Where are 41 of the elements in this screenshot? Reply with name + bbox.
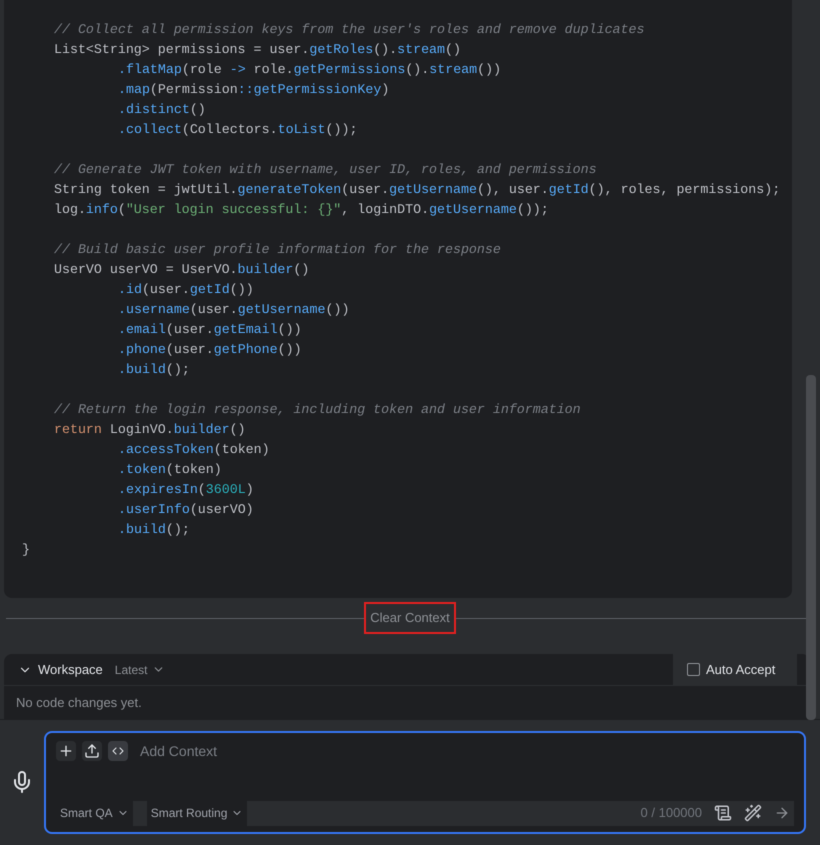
code-line: .username(user.getUsername()) [118, 301, 350, 319]
send-icon[interactable] [774, 805, 790, 821]
code-line: .accessToken(token) [118, 441, 270, 459]
code-line: // Generate JWT token with username, user ID, roles, and permissions [54, 161, 597, 179]
magic-wand-icon[interactable] [744, 804, 762, 822]
scroll-icon[interactable] [714, 804, 732, 822]
scrollbar[interactable] [806, 375, 816, 720]
add-icon[interactable] [56, 741, 76, 761]
code-line: .flatMap(role -> role.getPermissions().stream()) [118, 61, 502, 79]
code-line: .userInfo(userVO) [118, 501, 254, 519]
code-line: .distinct() [118, 101, 206, 119]
code-line: } [22, 541, 30, 559]
upload-icon[interactable] [82, 741, 102, 761]
version-dropdown[interactable]: Latest [114, 660, 164, 678]
code-line: .email(user.getEmail()) [118, 321, 302, 339]
workspace-toggle[interactable]: Workspace [4, 660, 103, 680]
empty-message: No code changes yet. [16, 694, 142, 712]
chat-input[interactable]: Add Context Smart QA Smart Routing 0 / 100000 [44, 730, 806, 834]
code-line: .id(user.getId()) [118, 281, 254, 299]
mode-dropdown[interactable]: Smart QA [56, 800, 133, 826]
code-line: List<String> permissions = user.getRoles().stream() [54, 41, 461, 59]
code-line: return LoginVO.builder() [54, 421, 246, 439]
code-line: .phone(user.getPhone()) [118, 341, 302, 359]
code-line: // Return the login response, including token and user information [54, 401, 581, 419]
code-line: .build(); [118, 361, 190, 379]
code-line: // Build basic user profile information for the response [54, 241, 501, 259]
code-line: .collect(Collectors.toList()); [118, 121, 358, 139]
code-line: .build(); [118, 521, 190, 539]
character-counter: 0 / 100000 [640, 804, 702, 822]
clear-context-button[interactable]: Clear Context [364, 602, 456, 634]
code-line: .token(token) [118, 461, 222, 479]
code-icon[interactable] [108, 741, 128, 761]
code-line: String token = jwtUtil.generateToken(user.getUsername(), user.getId(), roles, permissions); [54, 181, 780, 199]
routing-dropdown[interactable]: Smart Routing [146, 800, 248, 826]
code-line: // Collect all permission keys from the user's roles and remove duplicates [54, 21, 644, 39]
code-line: .map(Permission::getPermissionKey) [118, 81, 390, 99]
code-line: .expiresIn(3600L) [118, 481, 254, 499]
context-input[interactable]: Add Context [140, 740, 794, 762]
code-line: log.info("User login successful: {}", loginDTO.getUsername()); [54, 201, 549, 219]
auto-accept-checkbox[interactable]: Auto Accept [673, 654, 797, 686]
code-line: UserVO userVO = UserVO.builder() [54, 261, 310, 279]
